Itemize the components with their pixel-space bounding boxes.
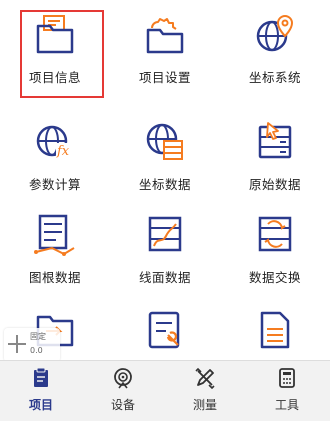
crosshair-icon (8, 335, 26, 353)
nav-tab-device[interactable]: 设备 (82, 361, 164, 422)
tile-raw-data[interactable]: 原始数据 (220, 107, 330, 197)
tile-line-area-data[interactable]: 线面数据 (110, 200, 220, 290)
tile-label: 项目信息 (28, 70, 81, 85)
raw-data-db-cursor-icon (252, 119, 298, 165)
nav-tab-label: 测量 (192, 398, 217, 412)
tile-label: 数据交换 (248, 270, 301, 285)
project-settings-gear-folder-icon (142, 12, 188, 58)
floating-status-widget[interactable]: 固定 0.0 (4, 328, 60, 362)
nav-tab-tools[interactable]: 工具 (246, 361, 328, 422)
device-signal-icon (112, 367, 134, 389)
tile-label: 坐标系统 (248, 70, 301, 85)
tools-calculator-icon (276, 367, 298, 389)
fix-status-label: 固定 (30, 332, 46, 341)
tile-label: 坐标数据 (138, 177, 191, 192)
tile-document-lines[interactable] (220, 295, 330, 360)
nav-tab-label: 工具 (274, 398, 299, 412)
nav-tab-survey[interactable]: 测量 (164, 361, 246, 422)
nav-tab-label: 设备 (110, 398, 135, 412)
tile-parameter-calc[interactable]: fx 参数计算 (0, 107, 110, 197)
tile-data-exchange[interactable]: 数据交换 (220, 200, 330, 290)
coordinate-system-globe-pin-icon (252, 12, 298, 58)
parameter-calc-globe-fx-icon: fx (32, 119, 78, 165)
tile-project-info[interactable]: 项目信息 (0, 0, 110, 98)
svg-text:fx: fx (56, 144, 70, 159)
function-grid: 项目信息 项目设置 坐标系统 fx 参数计算 坐标数据 原始数据 图根数据 线面… (0, 0, 330, 360)
tile-label: 项目设置 (138, 70, 191, 85)
nav-tab-label: 项目 (28, 398, 53, 412)
survey-pen-icon (194, 367, 216, 389)
nav-tab-project[interactable]: 项目 (0, 361, 82, 422)
tile-label: 线面数据 (138, 270, 191, 285)
tile-coordinate-system[interactable]: 坐标系统 (220, 0, 330, 90)
coordinate-data-globe-db-icon (142, 119, 188, 165)
document-lines-icon (252, 307, 298, 353)
project-info-folder-icon (32, 12, 78, 58)
control-point-data-icon (32, 212, 78, 258)
document-tool-icon (142, 307, 188, 353)
tile-label: 图根数据 (28, 270, 81, 285)
tile-project-settings[interactable]: 项目设置 (110, 0, 220, 90)
tile-label: 参数计算 (28, 177, 81, 192)
line-area-data-icon (142, 212, 188, 258)
fix-status-value: 0.0 (30, 346, 43, 355)
tile-document-tool[interactable] (110, 295, 220, 360)
data-exchange-icon (252, 212, 298, 258)
tile-label: 原始数据 (248, 177, 301, 192)
project-clipboard-icon (30, 367, 52, 389)
tile-control-point-data[interactable]: 图根数据 (0, 200, 110, 290)
tile-coordinate-data[interactable]: 坐标数据 (110, 107, 220, 197)
bottom-nav: 项目 设备 测量 工具 (0, 360, 330, 421)
